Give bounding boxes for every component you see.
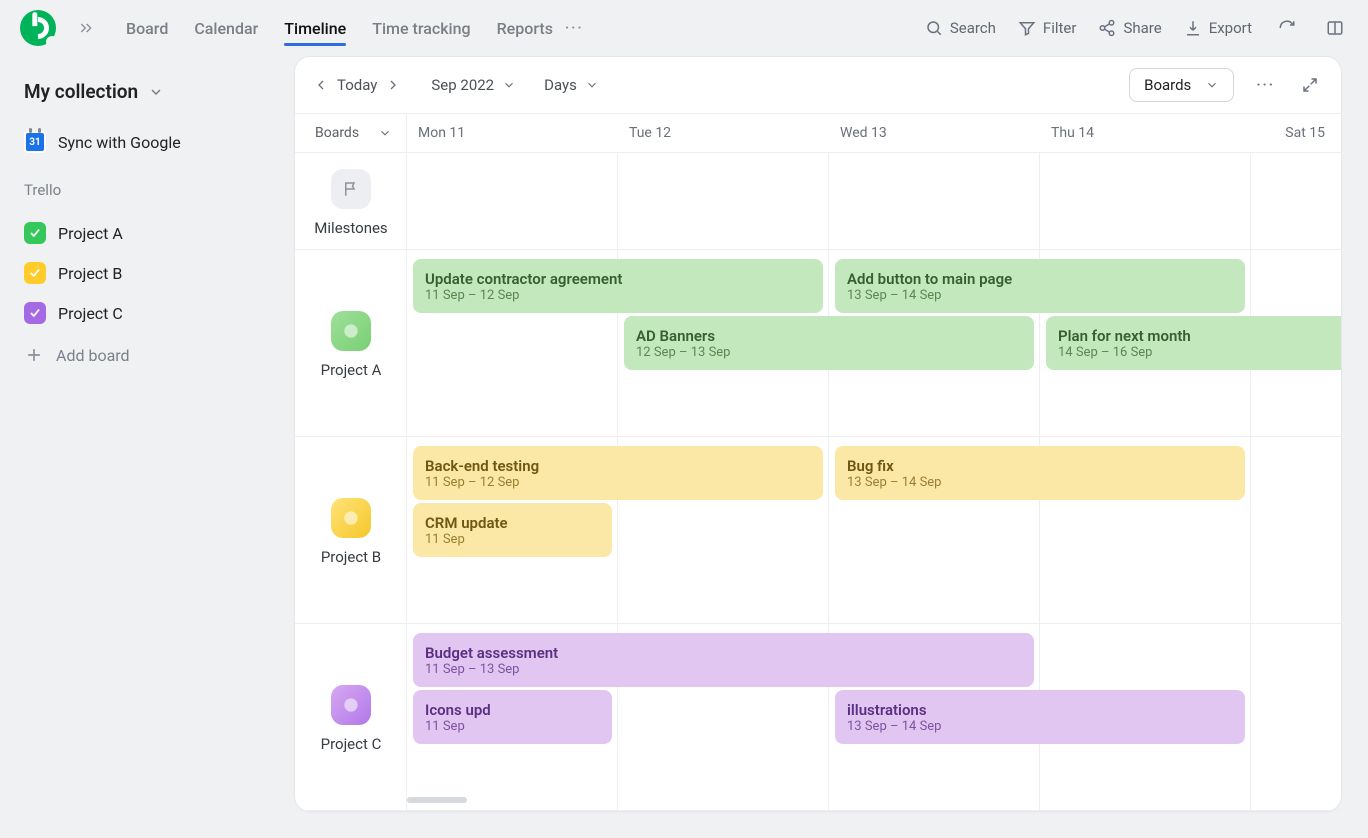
- day-header: Tue 12: [618, 125, 829, 141]
- unit-select[interactable]: Days: [544, 76, 599, 94]
- flag-icon: [331, 169, 371, 209]
- task-card[interactable]: Budget assessment11 Sep – 13 Sep: [413, 633, 1034, 687]
- row-head: Project C: [295, 624, 407, 810]
- group-label: Trello: [24, 181, 270, 199]
- more-icon[interactable]: ···: [1252, 73, 1279, 97]
- search-icon: [925, 19, 943, 37]
- sync-google[interactable]: 31 Sync with Google: [24, 131, 270, 153]
- checkbox-icon: [24, 302, 46, 324]
- tab-board[interactable]: Board: [126, 7, 168, 50]
- plus-icon: [24, 345, 44, 365]
- top-actions: Search Filter Share Export: [925, 15, 1348, 41]
- chevron-down-icon: [585, 78, 599, 92]
- horizontal-scrollbar[interactable]: [407, 797, 467, 803]
- task-card[interactable]: Back-end testing11 Sep – 12 Sep: [413, 446, 823, 500]
- expand-icon[interactable]: [1297, 72, 1323, 98]
- tab-timeline[interactable]: Timeline: [284, 7, 346, 50]
- timeline-panel: Today Sep 2022 Days Boards ···: [294, 56, 1342, 812]
- prev-icon[interactable]: [313, 77, 329, 93]
- refresh-icon[interactable]: [1274, 15, 1300, 41]
- chevron-down-icon: [502, 78, 516, 92]
- lane-header-select[interactable]: Boards: [295, 114, 407, 152]
- row-milestones: Milestones: [295, 153, 1341, 250]
- nav-tabs: Board Calendar Timeline Time tracking Report…: [126, 7, 553, 50]
- task-card[interactable]: illustrations13 Sep – 14 Sep: [835, 690, 1245, 744]
- tab-time-tracking[interactable]: Time tracking: [372, 7, 470, 50]
- layout-toggle-icon[interactable]: [1322, 15, 1348, 41]
- sidebar: My collection 31 Sync with Google Trello…: [0, 56, 294, 377]
- app-logo[interactable]: [20, 10, 56, 46]
- timeline-body: Milestones Project AUpdate contractor ag…: [295, 153, 1341, 811]
- row-head: Project B: [295, 437, 407, 623]
- export-icon: [1184, 19, 1202, 37]
- row-project: Project CBudget assessment11 Sep – 13 Se…: [295, 624, 1341, 811]
- checkbox-icon: [24, 262, 46, 284]
- checkbox-icon: [24, 222, 46, 244]
- task-card[interactable]: Update contractor agreement11 Sep – 12 S…: [413, 259, 823, 313]
- period-select[interactable]: Sep 2022: [431, 76, 516, 94]
- row-head: Milestones: [295, 153, 407, 249]
- row-lanes: Back-end testing11 Sep – 12 SepBug fix13…: [407, 437, 1341, 623]
- add-board[interactable]: Add board: [24, 333, 270, 377]
- chevron-down-icon: [378, 126, 392, 140]
- row-lanes: Budget assessment11 Sep – 13 SepIcons up…: [407, 624, 1341, 810]
- google-calendar-icon: 31: [24, 131, 46, 153]
- day-header: Mon 11: [407, 125, 618, 141]
- share-icon: [1098, 19, 1116, 37]
- project-icon: [331, 685, 371, 725]
- search-action[interactable]: Search: [925, 19, 996, 37]
- sidebar-board-project-c[interactable]: Project C: [24, 293, 270, 333]
- row-project: Project BBack-end testing11 Sep – 12 Sep…: [295, 437, 1341, 624]
- row-lanes: Update contractor agreement11 Sep – 12 S…: [407, 250, 1341, 436]
- boards-selector[interactable]: Boards: [1129, 68, 1234, 102]
- sidebar-board-project-b[interactable]: Project B: [24, 253, 270, 293]
- task-card[interactable]: CRM update11 Sep: [413, 503, 612, 557]
- filter-action[interactable]: Filter: [1018, 19, 1077, 37]
- row-lanes: [407, 153, 1341, 249]
- row-head: Project A: [295, 250, 407, 436]
- day-header: Wed 13: [829, 125, 1040, 141]
- tab-reports[interactable]: Reports: [497, 7, 553, 50]
- today-button[interactable]: Today: [337, 76, 377, 94]
- task-card[interactable]: Plan for next month14 Sep – 16 Sep: [1046, 316, 1341, 370]
- filter-icon: [1018, 19, 1036, 37]
- task-card[interactable]: Bug fix13 Sep – 14 Sep: [835, 446, 1245, 500]
- day-header: Sat 15: [1251, 125, 1341, 141]
- chevron-down-icon: [148, 84, 164, 100]
- export-action[interactable]: Export: [1184, 19, 1252, 37]
- project-icon: [331, 498, 371, 538]
- chevron-down-icon: [1205, 78, 1219, 92]
- day-header: Thu 14: [1040, 125, 1251, 141]
- share-action[interactable]: Share: [1098, 19, 1161, 37]
- topbar: Board Calendar Timeline Time tracking Report…: [0, 0, 1368, 56]
- task-card[interactable]: Icons upd11 Sep: [413, 690, 612, 744]
- tab-calendar[interactable]: Calendar: [194, 7, 258, 50]
- sidebar-board-project-a[interactable]: Project A: [24, 213, 270, 253]
- timeline-header: Boards Mon 11Tue 12Wed 13Thu 14Sat 15: [295, 113, 1341, 153]
- task-card[interactable]: Add button to main page13 Sep – 14 Sep: [835, 259, 1245, 313]
- collection-selector[interactable]: My collection: [24, 80, 270, 103]
- next-icon[interactable]: [385, 77, 401, 93]
- collapse-sidebar-icon[interactable]: [64, 20, 100, 36]
- row-project: Project AUpdate contractor agreement11 S…: [295, 250, 1341, 437]
- task-card[interactable]: AD Banners12 Sep – 13 Sep: [624, 316, 1034, 370]
- nav-more-icon[interactable]: ···: [561, 20, 588, 36]
- project-icon: [331, 311, 371, 351]
- panel-toolbar: Today Sep 2022 Days Boards ···: [295, 57, 1341, 113]
